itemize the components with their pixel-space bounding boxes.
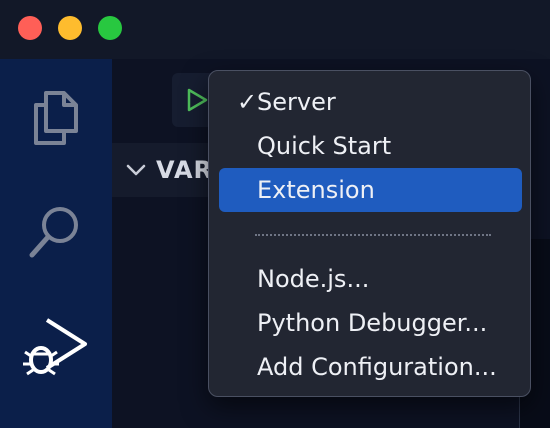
checkmark-icon: ✓ — [237, 88, 258, 116]
run-debug-icon — [23, 318, 87, 376]
chevron-down-icon — [126, 164, 146, 176]
search-icon — [29, 207, 78, 258]
menu-item-extension[interactable]: Extension — [219, 168, 522, 212]
section-title: VAR — [156, 156, 213, 184]
menu-item-quick-start[interactable]: Quick Start — [219, 124, 522, 168]
close-window-button[interactable] — [18, 16, 42, 40]
menu-item-label: Server — [257, 88, 336, 116]
menu-item-server[interactable]: ✓ Server — [219, 80, 522, 124]
activity-bar — [0, 59, 112, 428]
vscode-window: VAR ✓ Server Quick Start Extension Node.… — [0, 0, 550, 428]
minimize-window-button[interactable] — [58, 16, 82, 40]
launch-configuration-dropdown: ✓ Server Quick Start Extension Node.js..… — [208, 70, 531, 397]
menu-item-nodejs[interactable]: Node.js... — [219, 257, 522, 301]
menu-item-label: Quick Start — [257, 132, 392, 160]
menu-item-add-configuration[interactable]: Add Configuration... — [219, 345, 522, 389]
menu-item-python-debugger[interactable]: Python Debugger... — [219, 301, 522, 345]
menu-item-label: Node.js... — [257, 265, 370, 293]
run-and-debug-tab[interactable] — [0, 307, 112, 387]
menu-item-label: Add Configuration... — [257, 353, 497, 381]
explorer-tab[interactable] — [0, 77, 112, 157]
title-bar — [0, 0, 550, 59]
menu-separator — [255, 234, 491, 236]
menu-item-label: Extension — [257, 176, 375, 204]
menu-item-label: Python Debugger... — [257, 309, 488, 337]
files-icon — [34, 91, 78, 145]
search-tab[interactable] — [0, 191, 112, 271]
play-icon[interactable] — [184, 87, 210, 113]
maximize-window-button[interactable] — [98, 16, 122, 40]
